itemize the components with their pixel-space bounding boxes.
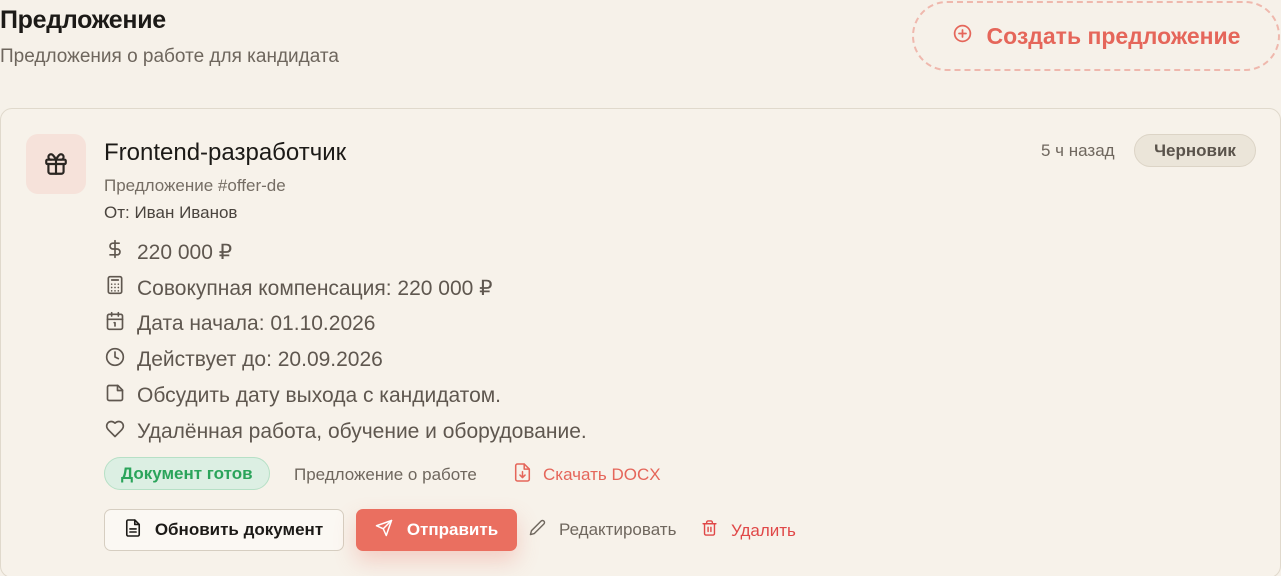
expiry-text: Действует до: 20.09.2026 [137, 348, 383, 371]
salary-text: 220 000 ₽ [137, 240, 233, 264]
document-status-badge: Документ готов [104, 457, 270, 490]
benefits-row: Удалённая работа, обучение и оборудовани… [105, 419, 587, 445]
download-docx-label: Скачать DOCX [543, 465, 661, 484]
send-button[interactable]: Отправить [356, 509, 517, 551]
edit-button[interactable]: Редактировать [529, 519, 676, 541]
document-icon [125, 518, 141, 542]
total-comp-row: Совокупная компенсация: 220 000 ₽ [105, 275, 493, 301]
offer-author: От: Иван Иванов [104, 203, 238, 222]
note-text: Обсудить дату выхода с кандидатом. [137, 384, 502, 407]
clock-icon [105, 347, 125, 373]
total-comp-text: Совокупная компенсация: 220 000 ₽ [137, 276, 493, 300]
trash-icon [701, 519, 718, 542]
edit-label: Редактировать [559, 520, 677, 539]
expiry-row: Действует до: 20.09.2026 [105, 347, 383, 373]
offer-card: Frontend-разработчик Предложение #offer-… [0, 108, 1281, 576]
calculator-icon [105, 275, 125, 301]
send-label: Отправить [406, 520, 499, 539]
benefits-text: Удалённая работа, обучение и оборудовани… [137, 420, 587, 443]
page-subtitle: Предложения о работе для кандидата [0, 46, 339, 67]
delete-button[interactable]: Удалить [701, 519, 796, 542]
download-docx-link[interactable]: Скачать DOCX [514, 463, 661, 487]
offer-id: Предложение #offer-de [104, 176, 286, 195]
salary-row: 220 000 ₽ [105, 239, 232, 265]
heart-icon [105, 419, 125, 445]
gift-icon [26, 134, 86, 194]
start-date-text: Дата начала: 01.10.2026 [137, 312, 376, 335]
offer-title: Frontend-разработчик [104, 139, 347, 166]
sticky-note-icon [105, 383, 125, 409]
create-offer-label: Создать предложение [986, 22, 1241, 49]
calendar-icon [105, 311, 125, 337]
delete-label: Удалить [731, 520, 796, 540]
note-row: Обсудить дату выхода с кандидатом. [105, 383, 501, 409]
plus-circle-icon [952, 23, 973, 50]
create-offer-button[interactable]: Создать предложение [912, 1, 1280, 71]
status-badge: Черновик [1134, 134, 1256, 167]
send-icon [375, 519, 393, 542]
refresh-document-button[interactable]: Обновить документ [104, 509, 344, 551]
page-title: Предложение [0, 6, 166, 34]
dollar-icon [105, 239, 125, 265]
pencil-icon [529, 519, 546, 541]
file-download-icon [514, 463, 531, 487]
document-type: Предложение о работе [294, 465, 477, 484]
refresh-document-label: Обновить документ [154, 520, 324, 539]
start-date-row: Дата начала: 01.10.2026 [105, 311, 375, 337]
offer-timestamp: 5 ч назад [1041, 141, 1115, 160]
